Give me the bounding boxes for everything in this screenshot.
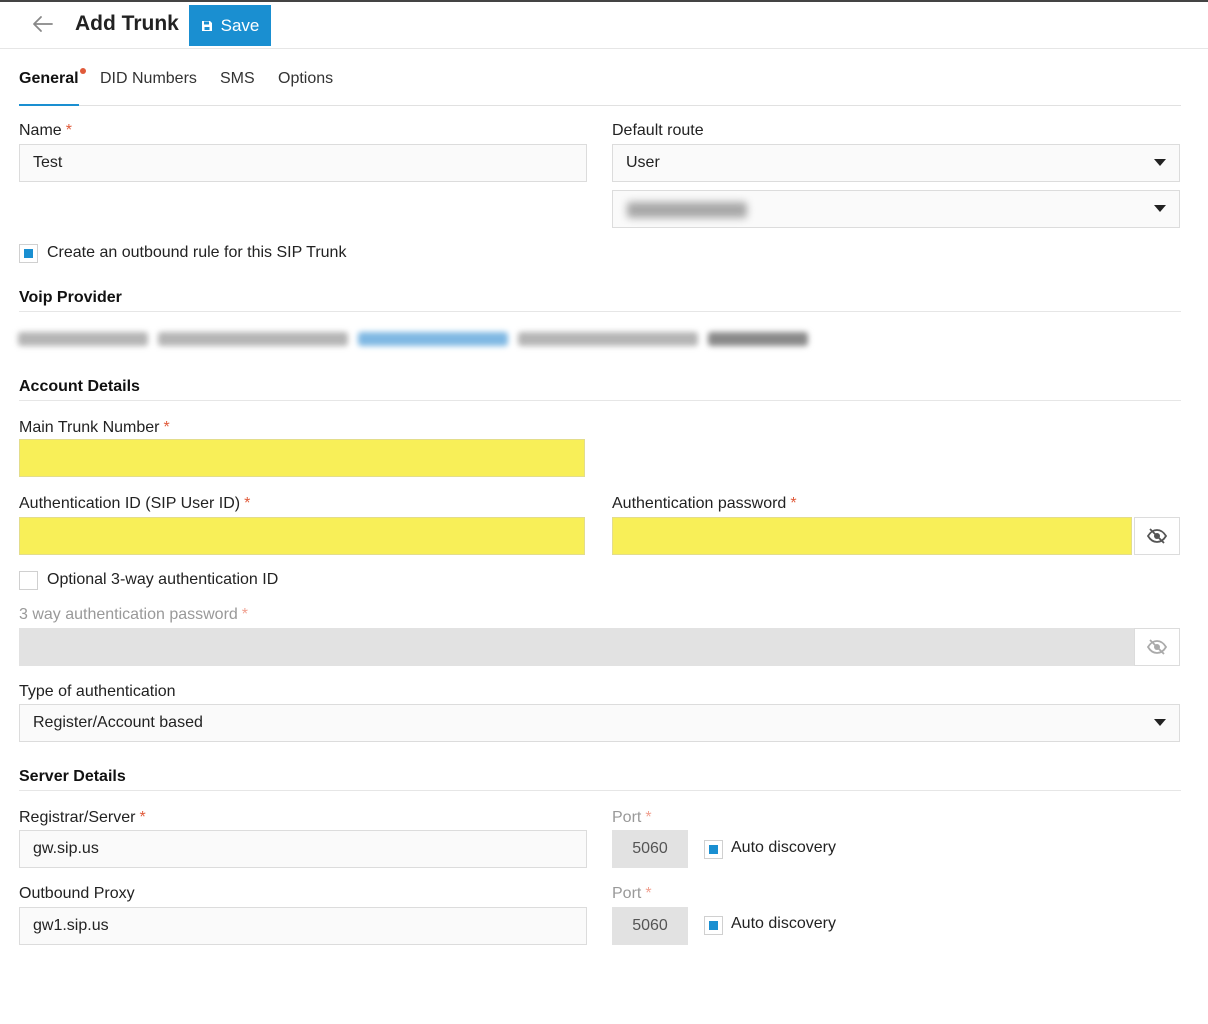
- auth-id-label: Authentication ID (SIP User ID) *: [19, 495, 251, 512]
- auth-type-select[interactable]: Register/Account based: [19, 704, 1180, 742]
- back-arrow-icon[interactable]: [30, 11, 56, 37]
- save-button[interactable]: Save: [189, 5, 271, 46]
- tab-sms-label: SMS: [220, 70, 255, 87]
- auth-password-label: Authentication password *: [612, 495, 797, 512]
- three-way-auth-label: Optional 3-way authentication ID: [47, 571, 279, 588]
- page-title: Add Trunk: [75, 12, 179, 35]
- eye-slash-icon: [1146, 528, 1168, 544]
- registrar-input[interactable]: gw.sip.us: [19, 830, 587, 868]
- tab-did-numbers-label: DID Numbers: [100, 70, 197, 87]
- tab-did-numbers[interactable]: DID Numbers: [100, 70, 197, 106]
- main-trunk-number-label: Main Trunk Number *: [19, 419, 170, 436]
- outbound-proxy-port-input[interactable]: 5060: [612, 907, 688, 945]
- registrar-label: Registrar/Server *: [19, 809, 146, 826]
- registrar-port-input[interactable]: 5060: [612, 830, 688, 868]
- tab-options[interactable]: Options: [278, 70, 333, 106]
- tab-options-label: Options: [278, 70, 334, 87]
- outbound-proxy-input[interactable]: gw1.sip.us: [19, 907, 587, 945]
- three-way-password-input[interactable]: [19, 628, 1135, 666]
- caret-down-icon: [1154, 719, 1166, 726]
- server-details-title: Server Details: [19, 768, 126, 785]
- caret-down-icon: [1154, 159, 1166, 166]
- auth-id-input[interactable]: [19, 517, 585, 555]
- tab-bar: General DID Numbers SMS Options: [19, 58, 1181, 106]
- default-route-select[interactable]: User: [612, 144, 1180, 182]
- redacted-provider-info: [18, 322, 828, 356]
- redacted-value: [627, 202, 747, 218]
- three-way-password-label: 3 way authentication password *: [19, 606, 249, 623]
- save-button-label: Save: [220, 15, 260, 35]
- default-route-target-select[interactable]: [612, 190, 1180, 228]
- voip-provider-title: Voip Provider: [19, 289, 122, 306]
- tab-sms[interactable]: SMS: [220, 70, 255, 106]
- eye-slash-icon: [1146, 639, 1168, 655]
- toggle-password-visibility-button[interactable]: [1134, 517, 1180, 555]
- outbound-proxy-label: Outbound Proxy: [19, 885, 135, 902]
- tab-general[interactable]: General: [19, 68, 86, 106]
- error-indicator-dot: [79, 68, 86, 74]
- section-divider: [19, 311, 1181, 312]
- name-label: Name *: [19, 122, 72, 139]
- name-input[interactable]: Test: [19, 144, 587, 182]
- section-divider: [19, 400, 1181, 401]
- outbound-rule-label: Create an outbound rule for this SIP Tru…: [47, 244, 347, 261]
- toggle-three-way-password-button[interactable]: [1134, 628, 1180, 666]
- section-divider: [19, 790, 1181, 791]
- three-way-auth-checkbox[interactable]: [19, 571, 38, 590]
- registrar-port-label: Port *: [612, 809, 652, 826]
- caret-down-icon: [1154, 205, 1166, 212]
- auth-password-input[interactable]: [612, 517, 1132, 555]
- registrar-auto-discovery-checkbox[interactable]: [704, 840, 723, 859]
- floppy-disk-icon: [201, 20, 212, 31]
- default-route-label: Default route: [612, 122, 704, 139]
- account-details-title: Account Details: [19, 378, 140, 395]
- outbound-rule-checkbox[interactable]: [19, 244, 38, 263]
- tab-general-label: General: [19, 70, 79, 87]
- auth-type-label: Type of authentication: [19, 683, 176, 700]
- page-header: Add Trunk Save: [0, 2, 1208, 49]
- outbound-proxy-auto-discovery-checkbox[interactable]: [704, 916, 723, 935]
- outbound-proxy-auto-discovery-label: Auto discovery: [731, 915, 836, 932]
- outbound-proxy-port-label: Port *: [612, 885, 652, 902]
- main-trunk-number-input[interactable]: [19, 439, 585, 477]
- registrar-auto-discovery-label: Auto discovery: [731, 839, 836, 856]
